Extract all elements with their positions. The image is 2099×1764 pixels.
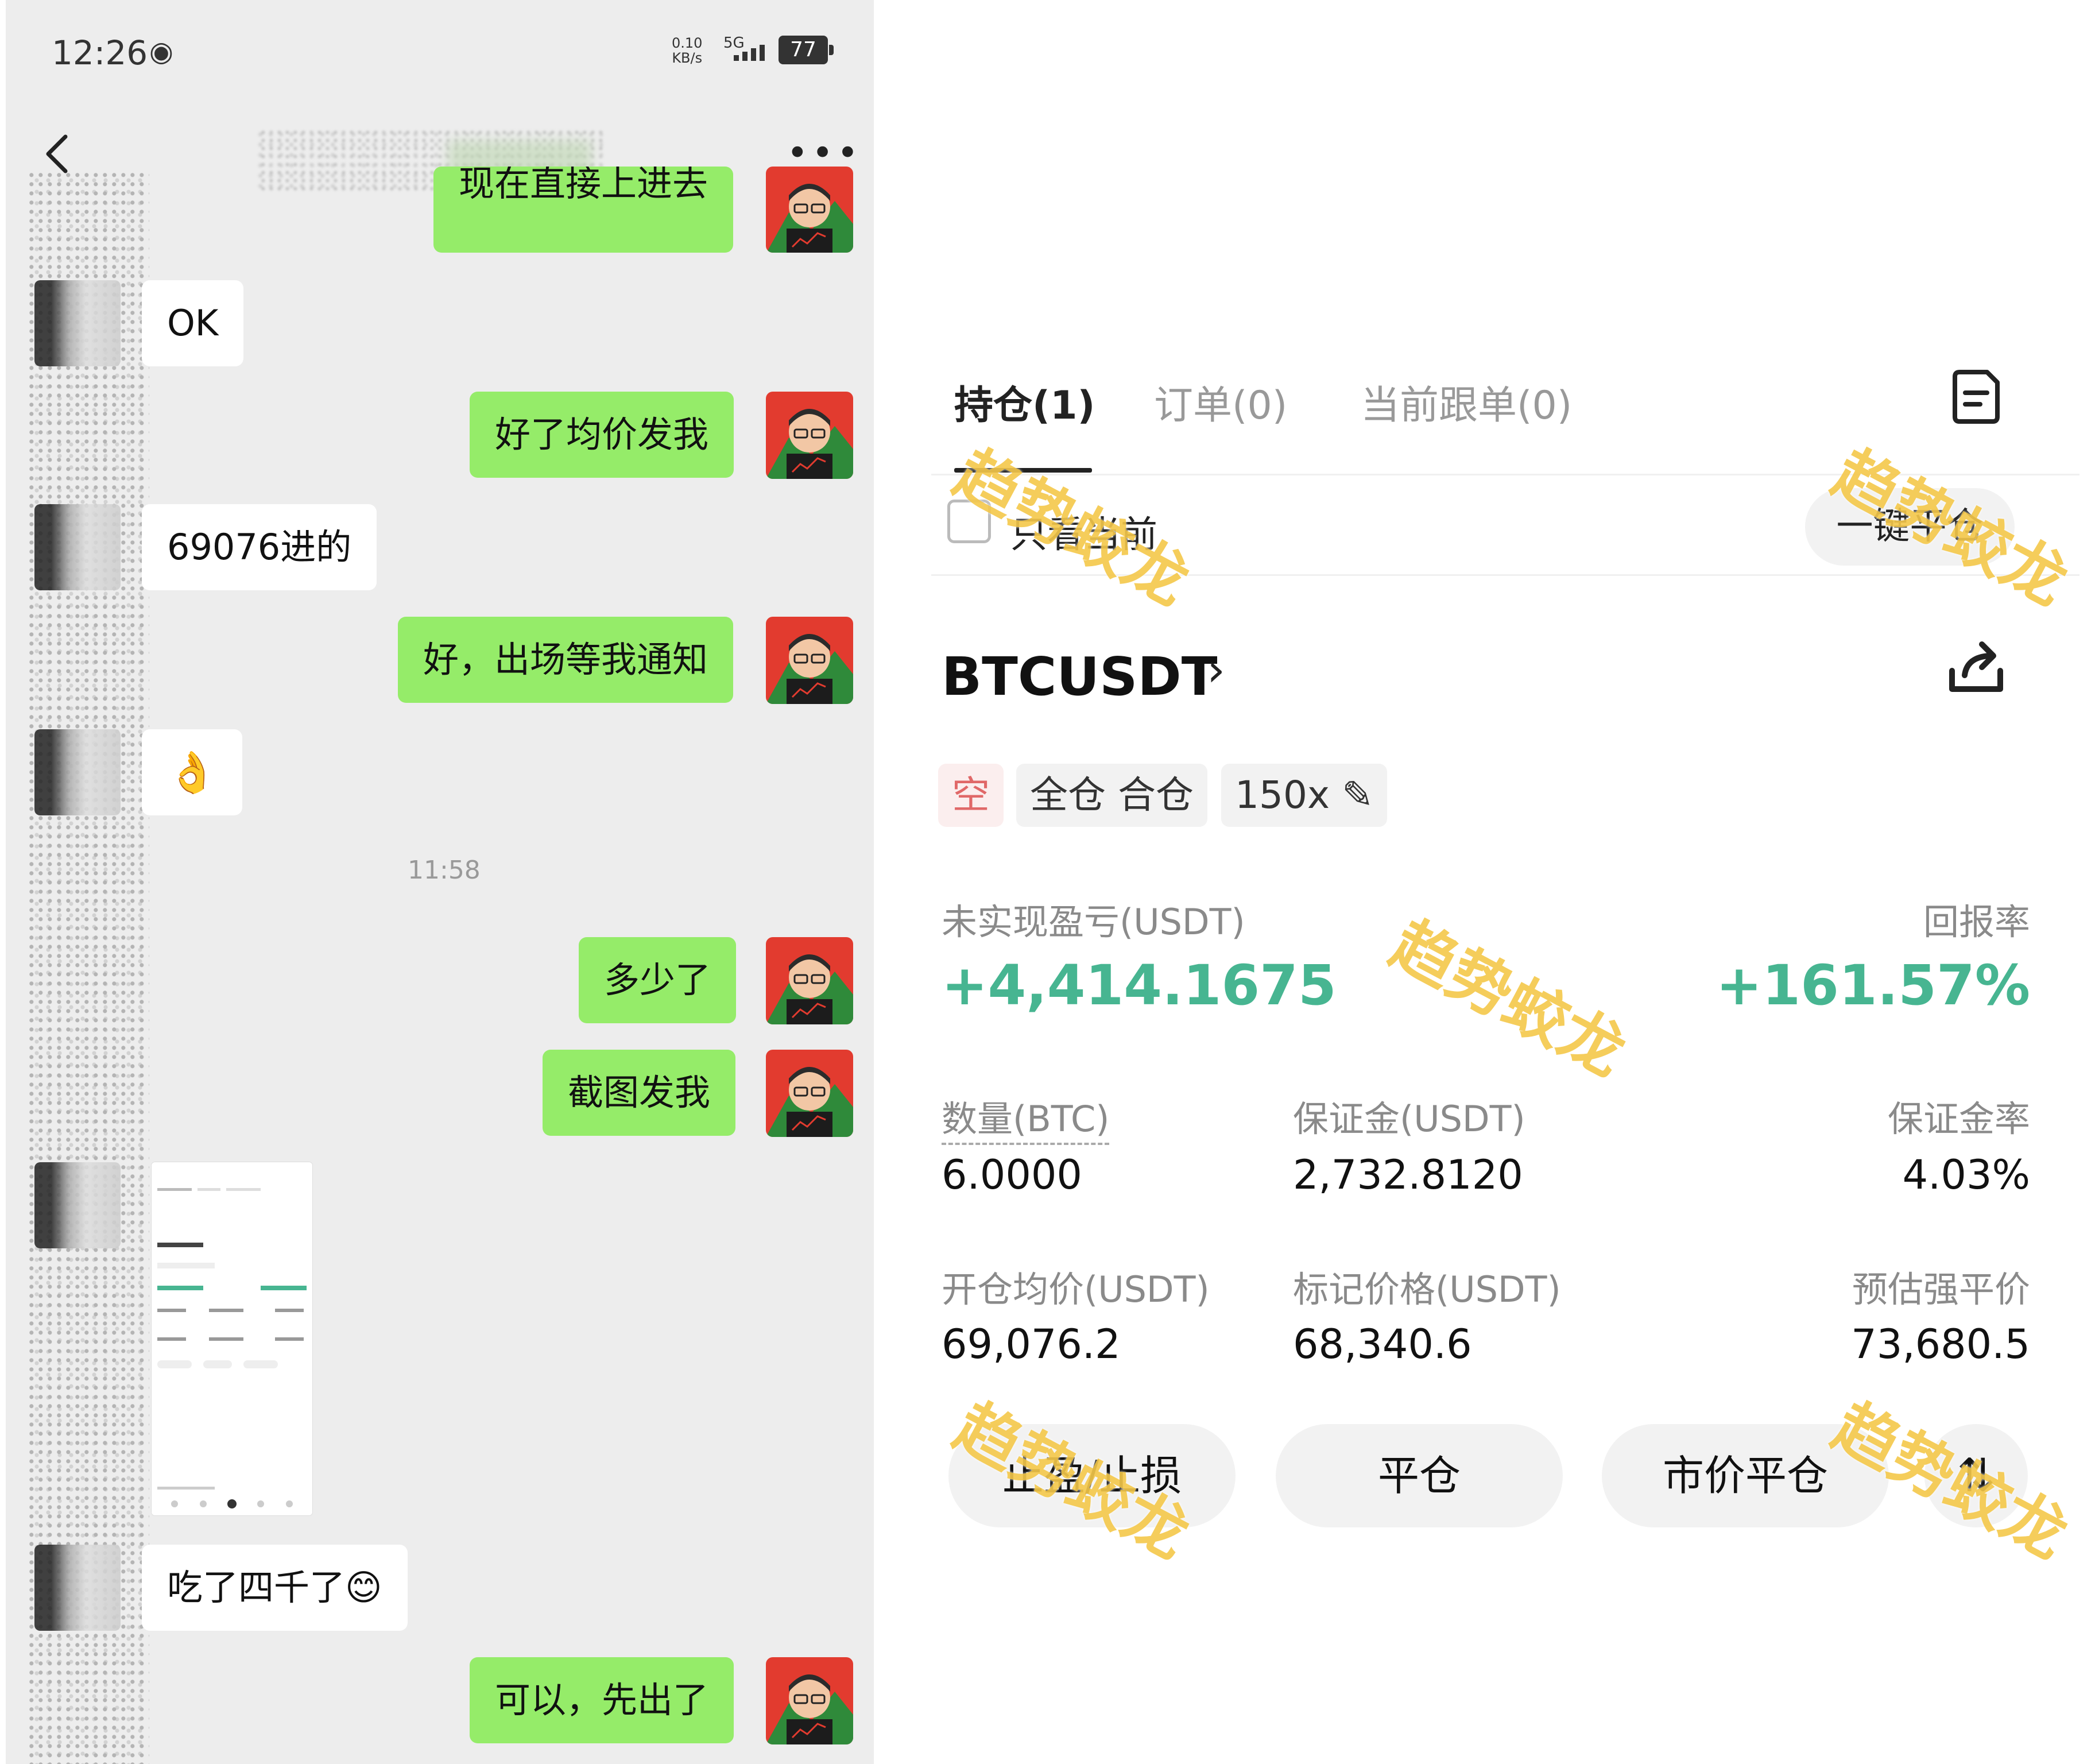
quantity-value: 6.0000 [942,1151,1082,1198]
share-icon[interactable] [1942,636,2011,699]
weibo-icon: ◉ [149,36,173,68]
margin-mode-badge: 全仓 合仓 [1016,764,1207,827]
message-bubble-sent[interactable]: 截图发我 [543,1050,736,1136]
message-bubble-sent[interactable]: 好了均价发我 [470,392,734,478]
position-side-badge: 空 [938,764,1004,827]
my-avatar[interactable] [766,392,853,479]
chevron-right-icon[interactable]: › [1207,643,1225,697]
battery-icon: 77 [779,36,834,64]
roe-value: +161.57% [1715,953,2030,1018]
message-bubble-sent[interactable]: 好，出场等我通知 [398,617,734,703]
entry-price-value: 69,076.2 [942,1321,1121,1368]
mark-price-label: 标记价格(USDT) [1293,1268,1561,1310]
more-icon[interactable]: ••• [787,135,862,172]
tab-copy-orders[interactable]: 当前跟单(0) [1361,373,1572,430]
document-icon[interactable] [1951,368,2002,425]
contact-avatar[interactable] [34,1162,121,1248]
message-bubble-sent[interactable]: 可以，先出了 [470,1657,734,1743]
entry-price-label: 开仓均价(USDT) [942,1268,1210,1310]
pnl-value: +4,414.1675 [942,953,1337,1018]
quantity-label[interactable]: 数量(BTC) [942,1090,1110,1145]
message-bubble-sent[interactable]: 多少了 [579,937,737,1023]
redacted-area [29,172,149,1764]
contact-avatar[interactable] [34,504,121,590]
screenshot-image-thumbnail[interactable] [152,1162,312,1515]
margin-rate-label: 保证金率 [1887,1098,2030,1140]
net-speed: 0.10 KB/s [672,35,703,66]
liquidation-price-value: 73,680.5 [1851,1321,2030,1368]
tab-orders[interactable]: 订单(0) [1154,373,1287,430]
message-bubble-received[interactable]: 69076进的 [142,504,377,590]
margin-rate-value: 4.03% [1902,1151,2030,1198]
watermark: 趋势蛟龙 [1822,436,2079,620]
chat-timestamp: 11:58 [408,856,481,885]
chat-panel: 12:26 ◉ 0.10 KB/s 5G 77 ••• 现在直接上进去 OK 好… [6,0,874,1764]
mark-price-value: 68,340.6 [1293,1321,1472,1368]
watermark: 趋势蛟龙 [1380,907,1637,1090]
my-avatar[interactable] [766,1050,853,1137]
contact-avatar[interactable] [34,1545,121,1631]
close-position-button[interactable]: 平仓 [1276,1424,1563,1527]
message-bubble-received[interactable]: 👌 [142,729,243,815]
contact-avatar[interactable] [34,280,121,366]
contact-avatar[interactable] [34,729,121,815]
message-bubble-sent[interactable]: 现在直接上进去 [433,167,734,253]
liquidation-price-label: 预估强平价 [1852,1268,2030,1310]
my-avatar[interactable] [766,1657,853,1744]
tab-positions[interactable]: 持仓(1) [954,373,1095,430]
pnl-label: 未实现盈亏(USDT) [942,901,1245,943]
my-avatar[interactable] [766,937,853,1024]
watermark: 趋势蛟龙 [943,1389,1201,1573]
leverage-badge[interactable]: 150x ✎ [1221,764,1388,827]
margin-value: 2,732.8120 [1293,1151,1523,1198]
message-bubble-received[interactable]: OK [142,280,244,366]
roe-label: 回报率 [1923,901,2030,943]
signal-icon [734,45,765,61]
back-icon[interactable] [40,131,75,177]
margin-label: 保证金(USDT) [1293,1098,1525,1140]
my-avatar[interactable] [766,617,853,704]
trading-panel: 持仓(1) 订单(0) 当前跟单(0) 只看当前 一键平仓 BTCUSDT › … [874,0,2099,1764]
my-avatar[interactable] [766,167,853,253]
status-time: 12:26 [52,33,148,72]
edit-icon[interactable]: ✎ [1330,773,1373,817]
watermark: 趋势蛟龙 [943,436,1201,620]
symbol-title[interactable]: BTCUSDT [942,646,1217,707]
watermark: 趋势蛟龙 [1822,1389,2079,1573]
message-bubble-received[interactable]: 吃了四千了😊 [142,1545,408,1631]
